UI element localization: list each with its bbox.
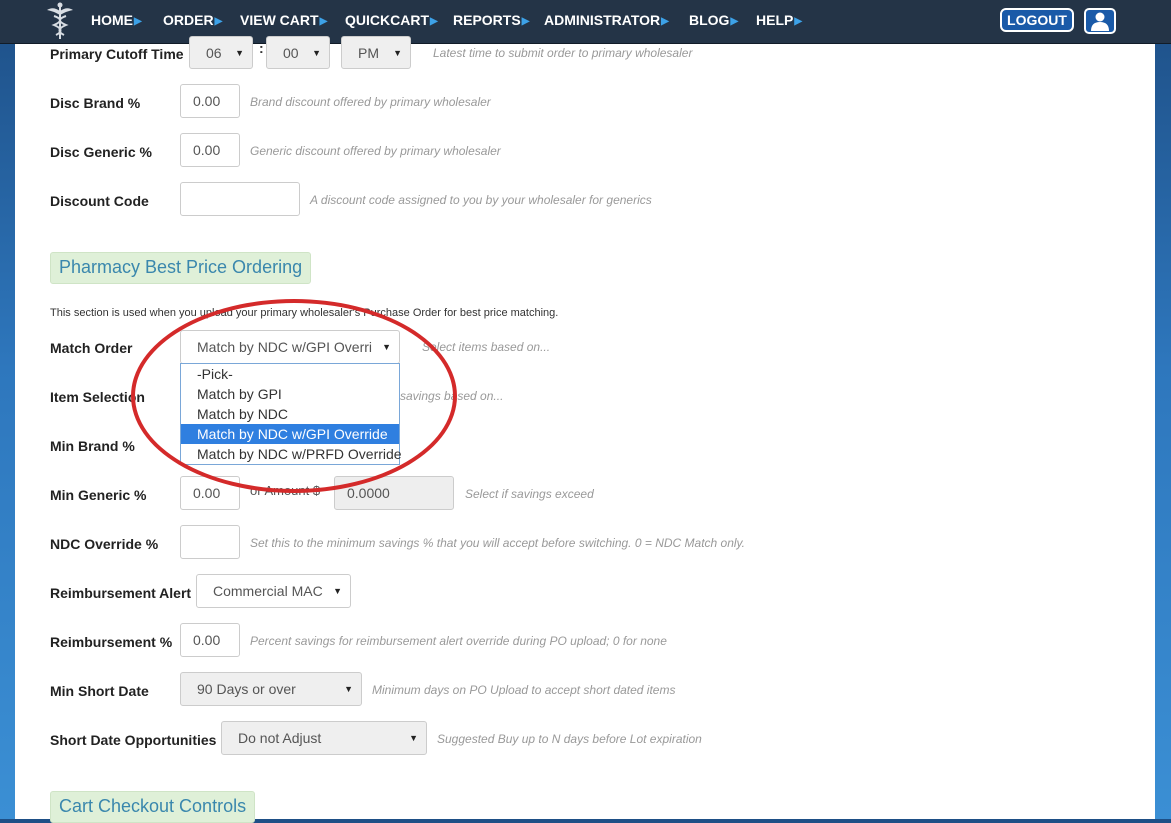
caret-down-icon: ▼	[344, 684, 353, 694]
select-value: Match by NDC w/GPI Overri	[197, 339, 373, 355]
ndc-override-input[interactable]	[180, 525, 240, 559]
dropdown-option[interactable]: -Pick-	[181, 364, 399, 384]
disc-brand-hint: Brand discount offered by primary wholes…	[250, 95, 491, 109]
nav-arrow-icon: ▶	[661, 16, 669, 27]
nav-label: HELP	[756, 12, 794, 28]
user-icon	[1091, 12, 1109, 31]
min-brand-label: Min Brand %	[50, 438, 135, 454]
reimb-alert-select[interactable]: Commercial MAC ▼	[196, 574, 351, 608]
disc-brand-input[interactable]: 0.00	[180, 84, 240, 118]
nav-label: ADMINISTRATOR	[544, 12, 661, 28]
nav-view-cart[interactable]: VIEW CART▶	[240, 12, 327, 28]
min-generic-label: Min Generic %	[50, 487, 147, 503]
disc-generic-input[interactable]: 0.00	[180, 133, 240, 167]
reimb-alert-label: Reimbursement Alert	[50, 585, 192, 601]
nav-help[interactable]: HELP▶	[756, 12, 802, 28]
disc-generic-label: Disc Generic %	[50, 144, 152, 160]
short-date-opp-select[interactable]: Do not Adjust ▼	[221, 721, 427, 755]
item-selection-hint: savings based on...	[400, 389, 504, 403]
discount-code-label: Discount Code	[50, 193, 149, 209]
select-value: PM	[358, 45, 379, 61]
caret-down-icon: ▼	[409, 733, 418, 743]
reimb-pct-hint: Percent savings for reimbursement alert …	[250, 634, 667, 648]
best-price-section-heading: Pharmacy Best Price Ordering	[50, 252, 312, 284]
item-selection-label: Item Selection	[50, 389, 145, 405]
select-value: Do not Adjust	[238, 730, 322, 746]
match-order-label: Match Order	[50, 340, 133, 356]
amount-label: or Amount $	[250, 483, 321, 498]
nav-label: HOME	[91, 12, 133, 28]
nav-quickcart[interactable]: QUICKCART▶	[345, 12, 438, 28]
nav-order[interactable]: ORDER▶	[163, 12, 222, 28]
min-short-date-hint: Minimum days on PO Upload to accept shor…	[372, 683, 676, 697]
nav-administrator[interactable]: ADMINISTRATOR▶	[544, 12, 669, 28]
match-order-select[interactable]: Match by NDC w/GPI Overri ▼	[180, 330, 400, 364]
dropdown-option[interactable]: Match by NDC	[181, 404, 399, 424]
match-order-hint: Select items based on...	[422, 340, 551, 354]
logout-button[interactable]: LOGOUT	[1000, 8, 1074, 32]
nav-label: BLOG	[689, 12, 730, 28]
cutoff-ampm-select[interactable]: PM ▼	[341, 36, 411, 69]
dropdown-option[interactable]: Match by NDC w/PRFD Override	[181, 444, 402, 464]
top-navbar: HOME▶ ORDER▶ VIEW CART▶ QUICKCART▶ REPOR…	[0, 0, 1171, 44]
select-value: 90 Days or over	[197, 681, 296, 697]
dropdown-option-selected[interactable]: Match by NDC w/GPI Override	[181, 424, 399, 444]
user-profile-button[interactable]	[1084, 8, 1116, 34]
caret-down-icon: ▼	[382, 342, 391, 352]
min-short-date-select[interactable]: 90 Days or over ▼	[180, 672, 362, 706]
nav-blog[interactable]: BLOG▶	[689, 12, 738, 28]
disc-brand-label: Disc Brand %	[50, 95, 141, 111]
cutoff-minute-select[interactable]: 00 ▼	[266, 36, 330, 69]
reimb-pct-label: Reimbursement %	[50, 634, 173, 650]
nav-arrow-icon: ▶	[214, 16, 223, 27]
nav-arrow-icon: ▶	[319, 16, 328, 27]
disc-generic-hint: Generic discount offered by primary whol…	[250, 144, 501, 158]
match-order-dropdown-list: -Pick- Match by GPI Match by NDC Match b…	[180, 363, 402, 465]
caret-down-icon: ▼	[235, 48, 244, 58]
discount-code-input[interactable]	[180, 182, 300, 216]
nav-label: VIEW CART	[240, 12, 319, 28]
select-value: 00	[283, 45, 299, 61]
reimb-pct-input[interactable]: 0.00	[180, 623, 240, 657]
nav-label: REPORTS	[453, 12, 521, 28]
nav-reports[interactable]: REPORTS▶	[453, 12, 529, 28]
ndc-override-hint: Set this to the minimum savings % that y…	[250, 536, 745, 550]
short-date-opp-hint: Suggested Buy up to N days before Lot ex…	[437, 732, 702, 746]
best-price-description: This section is used when you upload you…	[50, 307, 559, 319]
min-short-date-label: Min Short Date	[50, 683, 149, 699]
caduceus-logo-icon[interactable]	[44, 2, 76, 40]
short-date-opp-label: Short Date Opportunities	[50, 732, 217, 748]
nav-arrow-icon: ▶	[794, 16, 803, 27]
discount-code-hint: A discount code assigned to you by your …	[310, 193, 652, 207]
nav-label: ORDER	[163, 12, 214, 28]
dropdown-option[interactable]: Match by GPI	[181, 384, 399, 404]
min-generic-amount-input[interactable]: 0.0000	[334, 476, 454, 510]
cart-checkout-section-heading: Cart Checkout Controls	[50, 791, 256, 823]
select-value: 06	[206, 45, 222, 61]
nav-arrow-icon: ▶	[430, 16, 438, 27]
min-generic-hint: Select if savings exceed	[465, 487, 594, 501]
caret-down-icon: ▼	[312, 48, 321, 58]
time-separator: :	[259, 40, 264, 56]
nav-arrow-icon: ▶	[134, 16, 142, 27]
nav-arrow-icon: ▶	[730, 16, 739, 27]
cutoff-hour-select[interactable]: 06 ▼	[189, 36, 253, 69]
nav-home[interactable]: HOME▶	[91, 12, 142, 28]
select-value: Commercial MAC	[213, 583, 323, 599]
nav-arrow-icon: ▶	[521, 16, 530, 27]
caret-down-icon: ▼	[393, 48, 402, 58]
ndc-override-label: NDC Override %	[50, 536, 159, 552]
caret-down-icon: ▼	[333, 586, 342, 596]
min-generic-input[interactable]: 0.00	[180, 476, 240, 510]
cutoff-time-label: Primary Cutoff Time	[50, 46, 184, 62]
cutoff-hint: Latest time to submit order to primary w…	[433, 46, 693, 60]
nav-label: QUICKCART	[345, 12, 429, 28]
